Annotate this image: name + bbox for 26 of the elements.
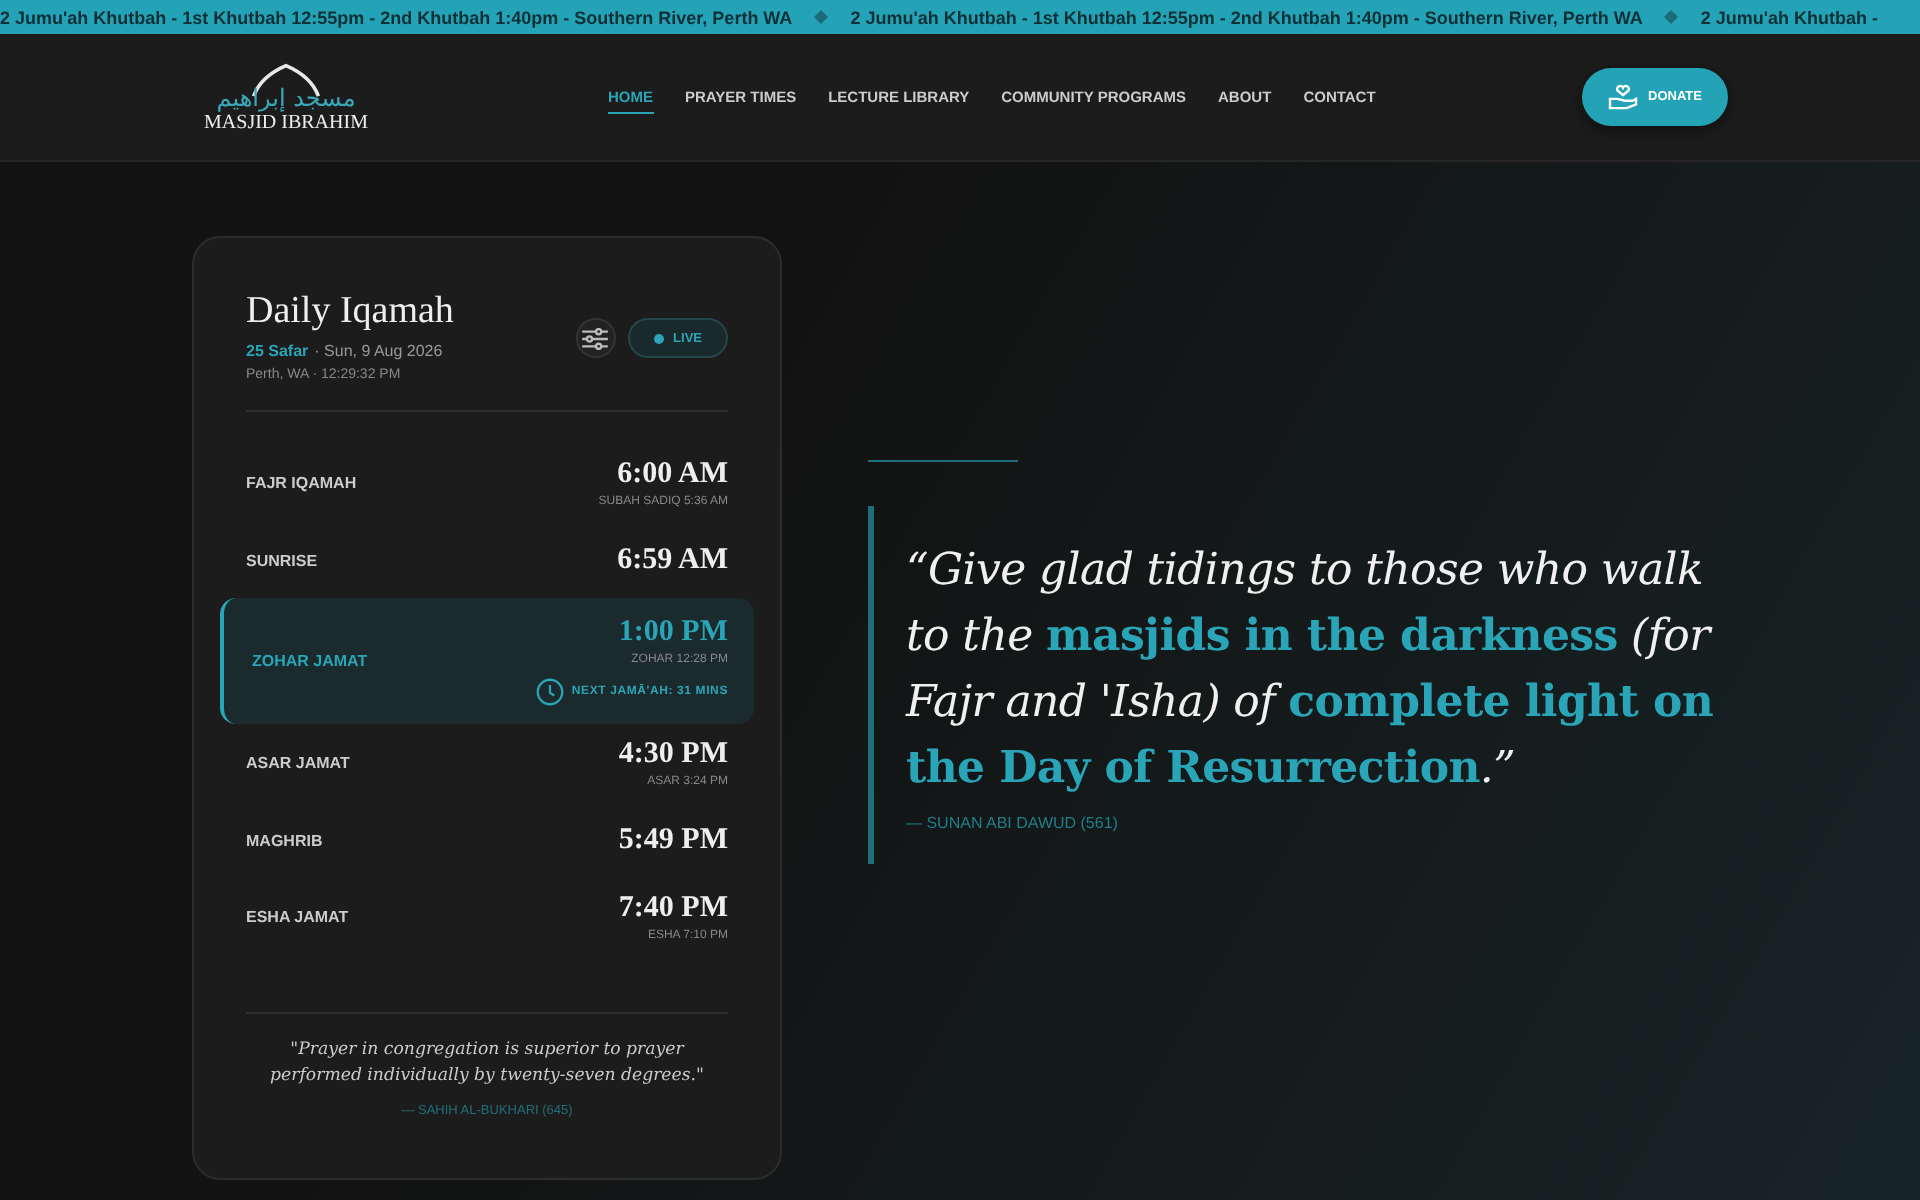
iqamah-time: 7:40 PM [618,892,728,926]
iqamah-time: 6:59 AM [617,543,728,577]
iqamah-time: 6:00 AM [617,458,728,492]
ticker-text: 2 Jumu'ah Khutbah - 1st Khutbah 12:55pm - 2nd Khutbah 1:40pm - Southern River, Perth WA [850,7,1643,27]
prayer-name: FAJR IQAMAH [246,474,357,492]
live-dot-icon [653,333,664,343]
prayer-name: ASAR JAMAT [246,754,350,772]
ticker-text: 2 Jumu'ah Khutbah - [1700,7,1879,27]
hadith-quote: "Prayer in congregation is superior to prayer performed individually by twenty-seven degrees." [268,1037,706,1091]
iqamah-time: 4:30 PM [618,738,728,772]
prayer-name: MAGHRIB [246,831,323,849]
iqamah-time: 5:49 PM [618,823,728,857]
prayer-name: SUNRISE [246,551,318,569]
hero-quote: “Give glad tidings to those who walk to the masjids in the darkness (for Fajr and 'Isha) of complete light on the Day of Resurrection.” [906,544,1716,798]
hand-heart-icon [1608,84,1639,110]
quote-source: — SUNAN ABI DAWUD (561) [906,814,1120,832]
clock-icon [535,678,564,706]
settings-button[interactable] [575,318,616,358]
prayer-name: ESHA JAMAT [246,908,349,926]
prayer-name: ZOHAR JAMAT [252,652,368,670]
gregorian-date: · Sun, 9 Aug 2026 [314,342,443,360]
ticker-text: 2 Jumu'ah Khutbah - 1st Khutbah 12:55pm - 2nd Khutbah 1:40pm - Southern River, Perth WA [0,7,793,27]
iqamah-time: 1:00 PM [618,616,728,650]
card-title: Daily Iqamah [246,290,454,334]
hijri-date: 25 Safar [246,342,309,360]
sliders-icon [582,327,609,349]
